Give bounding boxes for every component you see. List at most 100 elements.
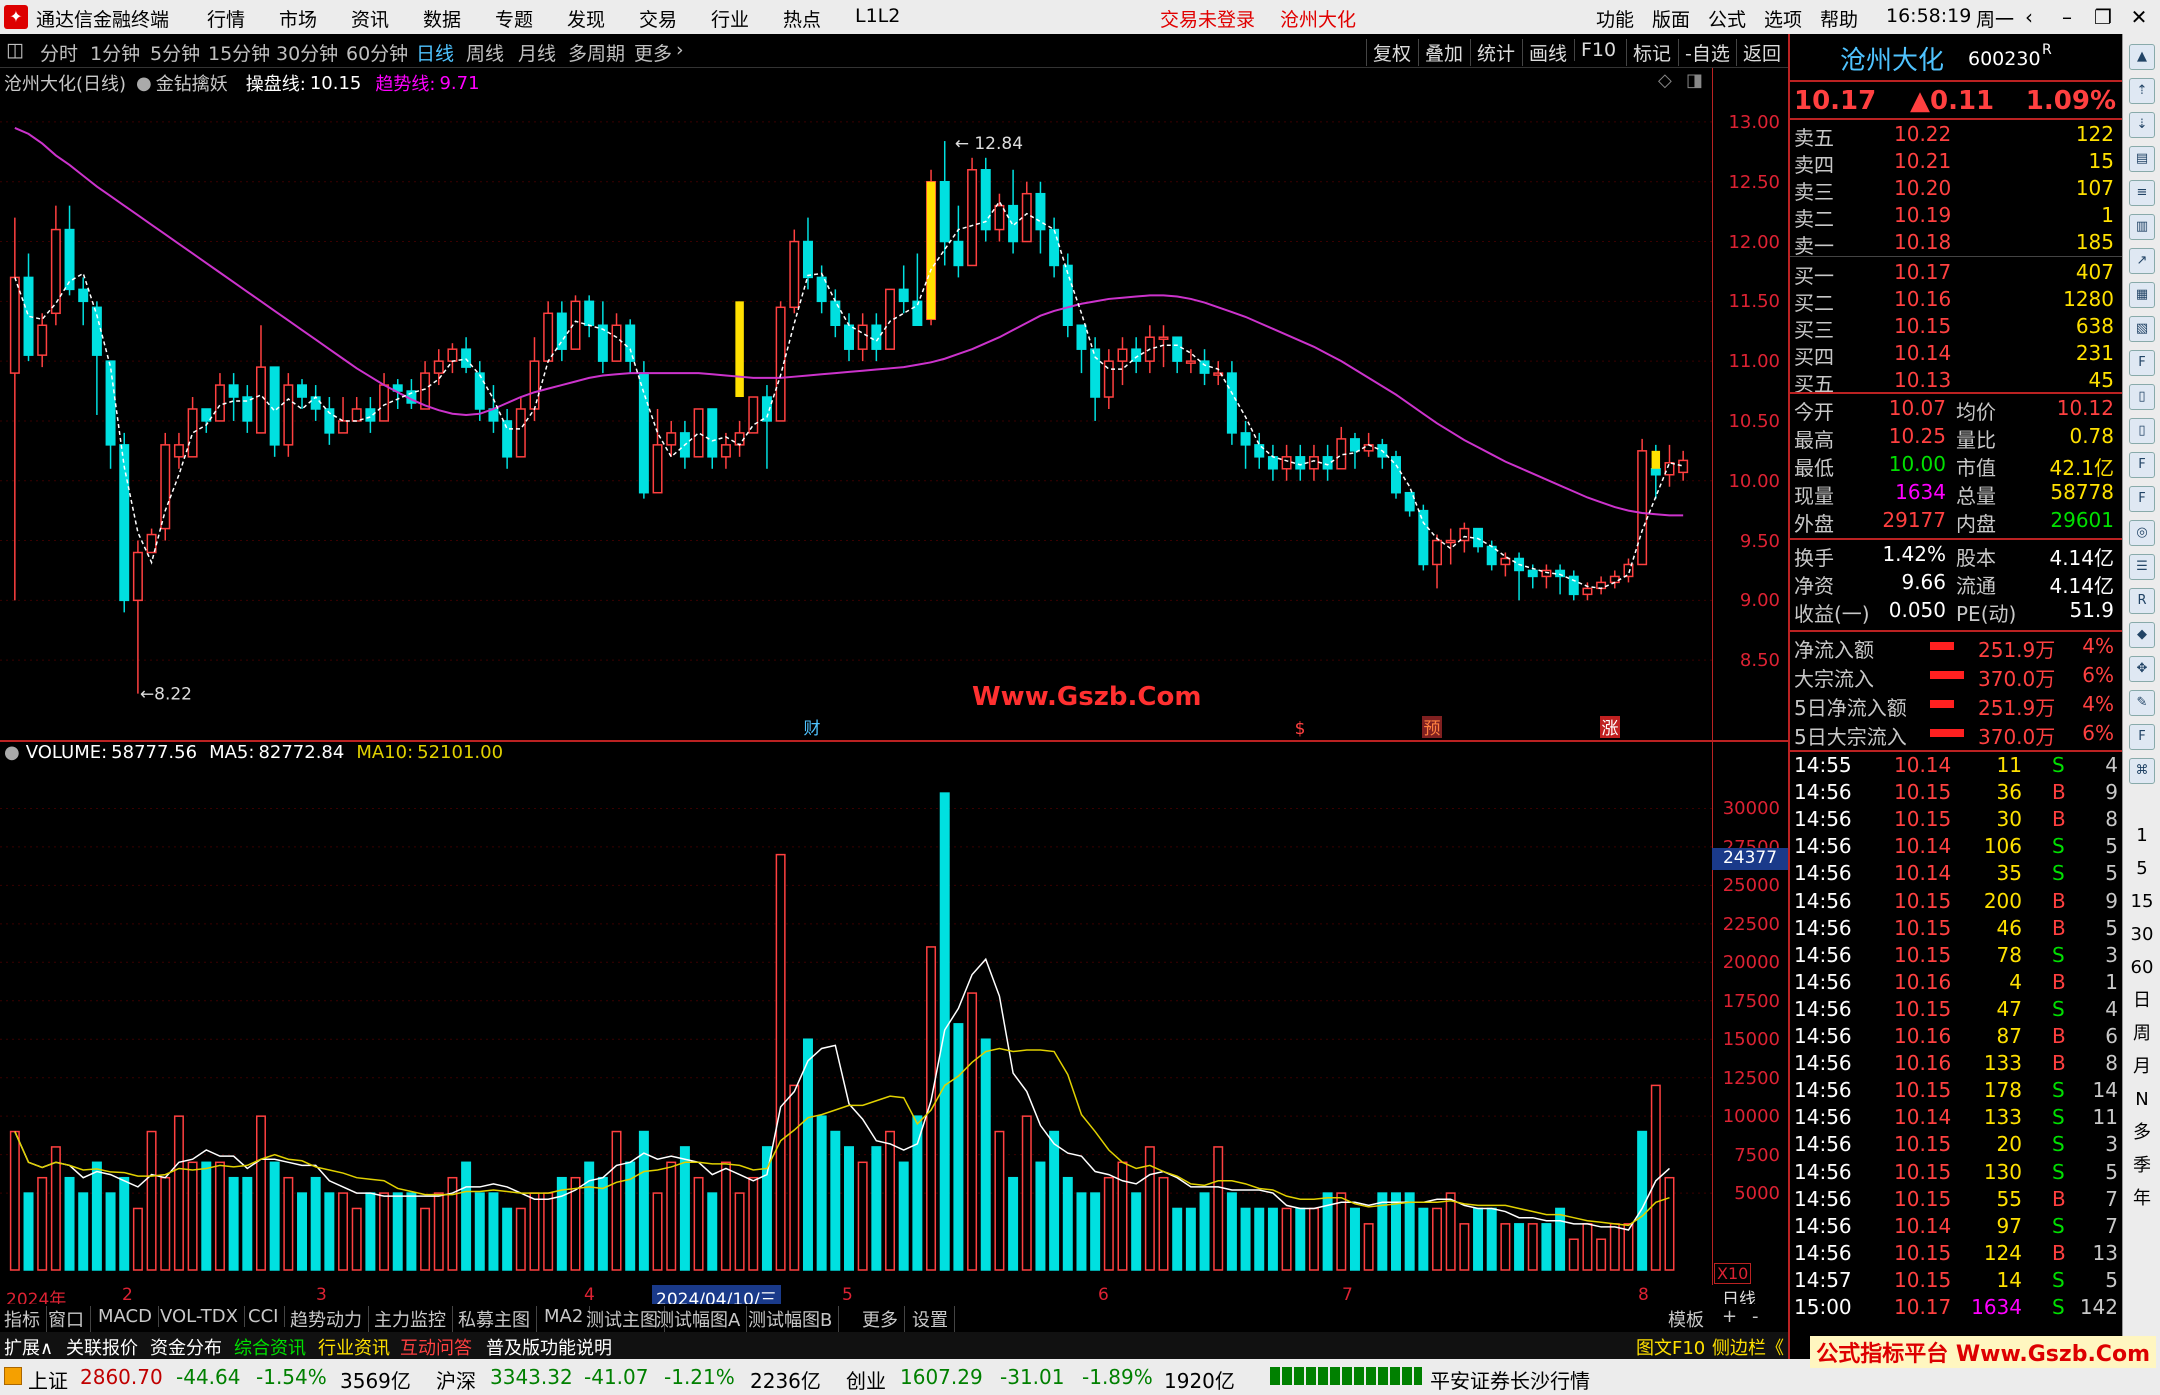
- candle-body[interactable]: [1158, 336, 1169, 340]
- volume-bar[interactable]: [78, 1192, 89, 1271]
- volume-bar[interactable]: [1185, 1207, 1196, 1271]
- candle-body[interactable]: [1076, 324, 1087, 350]
- candle-body[interactable]: [160, 444, 171, 530]
- arrow-down-icon[interactable]: ⇣: [2129, 112, 2155, 138]
- back-arrow-icon[interactable]: ‹: [2012, 2, 2046, 32]
- menu-industry[interactable]: 行业: [711, 5, 749, 32]
- volume-bar[interactable]: [324, 1192, 335, 1271]
- volume-bar[interactable]: [1062, 1176, 1073, 1271]
- volume-bar[interactable]: [365, 1192, 376, 1271]
- volume-bar[interactable]: [1664, 1176, 1675, 1271]
- candle-body[interactable]: [1062, 264, 1073, 327]
- event-marker[interactable]: 财: [804, 719, 821, 739]
- candle-body[interactable]: [1308, 456, 1319, 470]
- candle-body[interactable]: [1568, 575, 1579, 596]
- ask-price[interactable]: 10.20: [1894, 176, 1951, 200]
- indicator-tab-right[interactable]: 模板: [1668, 1306, 1704, 1332]
- candle-body[interactable]: [693, 408, 704, 458]
- minimize-icon[interactable]: –: [2050, 2, 2084, 32]
- period-multi[interactable]: 多周期: [568, 39, 625, 66]
- btn-draw[interactable]: 画线: [1522, 39, 1567, 66]
- candle-body[interactable]: [1418, 509, 1429, 566]
- indicator-tab[interactable]: 主力监控: [374, 1306, 453, 1332]
- candle-body[interactable]: [830, 300, 841, 327]
- candle-body[interactable]: [447, 348, 458, 362]
- volume-bar[interactable]: [1500, 1223, 1511, 1271]
- menu-trade[interactable]: 交易: [639, 5, 677, 32]
- volume-bar[interactable]: [187, 1161, 198, 1271]
- candle-body[interactable]: [556, 312, 567, 350]
- volume-bar[interactable]: [173, 1115, 184, 1271]
- volume-bar[interactable]: [119, 1176, 130, 1271]
- candle-body[interactable]: [283, 384, 294, 446]
- extension-tab-right[interactable]: 侧边栏《: [1712, 1334, 1784, 1360]
- candle-body[interactable]: [1240, 432, 1251, 446]
- menu-topics[interactable]: 专题: [495, 5, 533, 32]
- menu-options[interactable]: 选项: [1764, 5, 1802, 32]
- candle-body[interactable]: [1637, 450, 1648, 566]
- btn-mark[interactable]: 标记: [1626, 39, 1671, 66]
- extension-tab[interactable]: 扩展∧: [4, 1334, 53, 1360]
- volume-bar[interactable]: [9, 1130, 20, 1271]
- period-timeshare[interactable]: 分时: [40, 39, 78, 66]
- volume-bar[interactable]: [310, 1176, 321, 1271]
- candle-body[interactable]: [1322, 456, 1333, 470]
- volume-bar[interactable]: [420, 1207, 431, 1271]
- volume-chart[interactable]: [0, 740, 1712, 1285]
- volume-bar[interactable]: [1199, 1192, 1210, 1271]
- volume-bar[interactable]: [269, 1161, 280, 1271]
- indicator-tab[interactable]: CCI: [248, 1306, 286, 1327]
- candle-body[interactable]: [1295, 456, 1306, 470]
- volume-bar[interactable]: [379, 1192, 390, 1271]
- volume-bar[interactable]: [392, 1192, 403, 1271]
- tick-list[interactable]: 14:55 10.14 11 S 4 14:56 10.15 36 B 9 14:56 10.15 30…: [1790, 750, 2124, 1360]
- candle-body[interactable]: [1527, 569, 1538, 578]
- volume-bar[interactable]: [146, 1130, 157, 1271]
- volume-bar[interactable]: [433, 1192, 444, 1271]
- volume-bar[interactable]: [1117, 1161, 1128, 1271]
- volume-bar[interactable]: [1527, 1223, 1538, 1271]
- candle-body[interactable]: [775, 306, 786, 422]
- volume-bar[interactable]: [406, 1192, 417, 1271]
- volume-bar[interactable]: [1363, 1223, 1374, 1271]
- candle-body[interactable]: [898, 288, 909, 303]
- volume-bar[interactable]: [214, 1161, 225, 1271]
- status-cy-label[interactable]: 创业: [846, 1365, 886, 1394]
- volume-bar[interactable]: [502, 1207, 513, 1271]
- volume-bar[interactable]: [611, 1130, 622, 1271]
- indicator-dot-icon[interactable]: ●: [136, 73, 152, 94]
- volume-bar[interactable]: [1514, 1223, 1525, 1271]
- candle-body[interactable]: [1609, 575, 1620, 584]
- volume-bar[interactable]: [1541, 1223, 1552, 1271]
- table-icon[interactable]: ▧: [2129, 316, 2155, 342]
- candle-body[interactable]: [379, 384, 390, 422]
- indicator-tab[interactable]: 窗口: [48, 1306, 91, 1332]
- menu-hot[interactable]: 热点: [783, 5, 821, 32]
- indicator-tab[interactable]: 设置: [912, 1306, 955, 1332]
- indicator-tab[interactable]: 测试主图: [586, 1306, 665, 1332]
- volume-bar[interactable]: [297, 1192, 307, 1271]
- restore-icon[interactable]: ❐: [2086, 2, 2120, 32]
- bid-price[interactable]: 10.14: [1894, 341, 1951, 365]
- period-month[interactable]: 月线: [518, 39, 556, 66]
- volume-bar[interactable]: [1213, 1146, 1224, 1271]
- bar-chart-icon[interactable]: ▥: [2129, 214, 2155, 240]
- volume-bar[interactable]: [543, 1192, 554, 1271]
- period-shortcut[interactable]: 季: [2129, 1154, 2155, 1180]
- volume-bar[interactable]: [748, 1176, 759, 1271]
- volume-bar[interactable]: [871, 1146, 882, 1271]
- volume-bar[interactable]: [597, 1176, 608, 1271]
- period-30min[interactable]: 30分钟: [276, 39, 338, 66]
- period-shortcut[interactable]: 5: [2129, 857, 2155, 883]
- menu-market[interactable]: 市场: [279, 5, 317, 32]
- chart-icon[interactable]: ▤: [2129, 146, 2155, 172]
- volume-bar[interactable]: [1076, 1192, 1087, 1271]
- volume-bar[interactable]: [830, 1130, 841, 1271]
- volume-bar[interactable]: [980, 1038, 991, 1271]
- btn-remove-fav[interactable]: -自选: [1678, 39, 1730, 66]
- ask-price[interactable]: 10.19: [1894, 203, 1951, 227]
- volume-bar[interactable]: [1226, 1192, 1237, 1271]
- volume-bar[interactable]: [693, 1176, 704, 1271]
- candle-body[interactable]: [1404, 491, 1415, 512]
- candle-body[interactable]: [1090, 348, 1101, 398]
